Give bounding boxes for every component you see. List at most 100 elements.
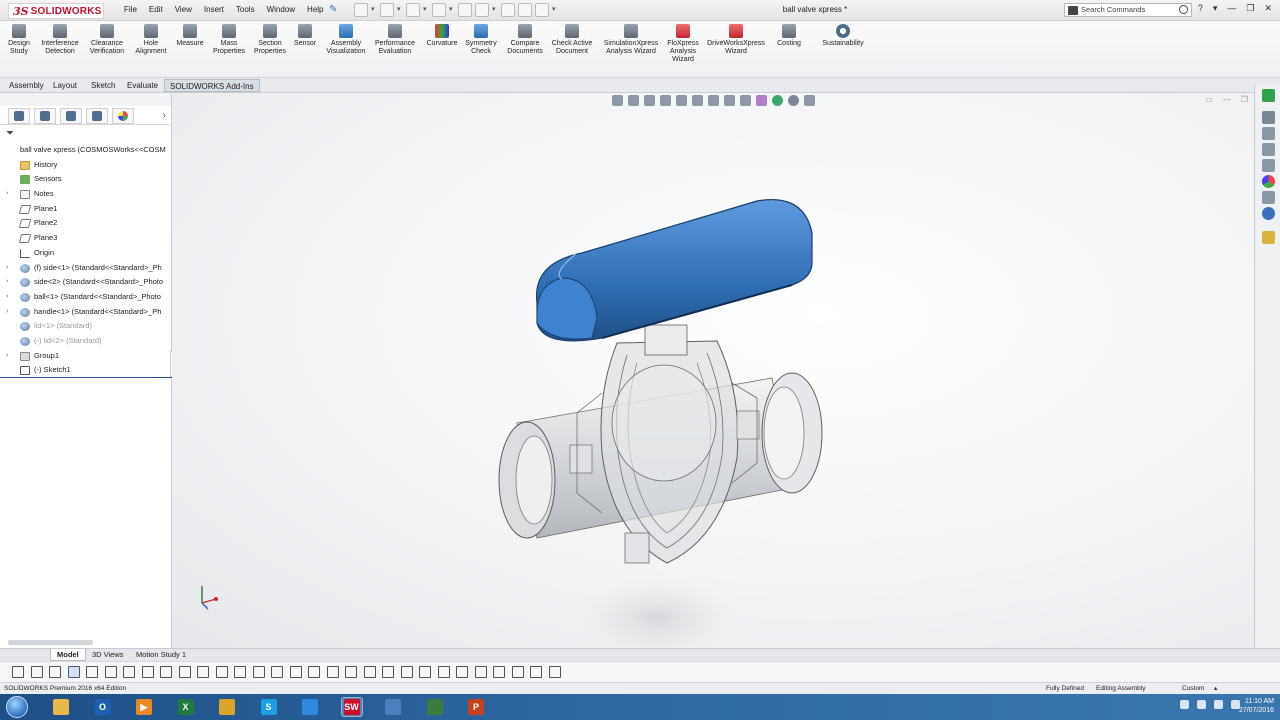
options-dropdown-icon[interactable]: ▾	[552, 3, 558, 17]
undo-icon[interactable]	[458, 3, 472, 17]
menu-tools[interactable]: Tools	[230, 5, 261, 14]
select-dropdown-icon[interactable]: ▾	[492, 3, 498, 17]
tree-item[interactable]: History	[0, 158, 172, 173]
tree-item[interactable]: lid<1> (Standard)	[0, 319, 172, 334]
tree-expander-icon[interactable]: ›	[6, 261, 14, 276]
display-icon[interactable]	[548, 666, 561, 678]
section-properties-button[interactable]: Section Properties	[252, 24, 288, 56]
search-icon[interactable]	[1179, 5, 1188, 14]
relations-icon[interactable]	[474, 666, 487, 678]
select-icon[interactable]	[475, 3, 489, 17]
menu-file[interactable]: File	[118, 5, 143, 14]
tree-item[interactable]: › Group1	[0, 349, 172, 364]
tab-assembly[interactable]: Assembly	[4, 79, 49, 92]
ellipse-icon[interactable]	[160, 666, 172, 678]
taskbar-excel-icon[interactable]: X	[175, 697, 197, 717]
tray-network-icon[interactable]	[1214, 700, 1223, 709]
chevron-right-icon[interactable]: ›	[163, 110, 166, 121]
save-dropdown-icon[interactable]: ▾	[423, 3, 429, 17]
spline-icon[interactable]	[141, 666, 154, 678]
circle-icon[interactable]	[86, 666, 98, 678]
open-dropdown-icon[interactable]: ▾	[397, 3, 403, 17]
tray-arrow-icon[interactable]	[1180, 700, 1189, 709]
scrollbar-thumb[interactable]	[8, 640, 93, 645]
assembly-visualization-button[interactable]: Assembly Visualization	[322, 24, 370, 56]
menu-edit[interactable]: Edit	[143, 5, 169, 14]
tree-item[interactable]: Sensors	[0, 172, 172, 187]
mass-properties-button[interactable]: Mass Properties	[210, 24, 248, 56]
pin-menu-icon[interactable]: ✎	[329, 4, 339, 16]
tree-item[interactable]: Plane3	[0, 231, 172, 246]
units-dropdown-icon[interactable]: ▴	[1214, 683, 1217, 694]
copy-icon[interactable]	[400, 666, 413, 678]
sensor-button[interactable]: Sensor	[292, 24, 318, 48]
taskbar-solidworks-icon[interactable]: SW	[340, 697, 363, 717]
search-scope-icon[interactable]	[1068, 6, 1078, 15]
compare-documents-button[interactable]: Compare Documents	[504, 24, 546, 56]
start-button-icon[interactable]	[6, 696, 28, 718]
fillet-icon[interactable]	[178, 666, 191, 678]
slot-icon[interactable]	[67, 666, 80, 678]
performance-evaluation-button[interactable]: Performance Evaluation	[372, 24, 418, 56]
units-selector[interactable]: Custom	[1182, 683, 1204, 694]
taskbar-media-player-icon[interactable]: ▶	[133, 697, 155, 717]
home-icon[interactable]	[1262, 111, 1275, 124]
rebuild-icon[interactable]	[501, 3, 515, 17]
tree-expander-icon[interactable]: ›	[6, 290, 14, 305]
help-dropdown-icon[interactable]: ▾	[1213, 3, 1218, 14]
filter-icon[interactable]: ⏷	[6, 129, 16, 139]
print-icon[interactable]	[432, 3, 446, 17]
solidworks-forum-icon[interactable]	[1262, 207, 1275, 220]
offset-icon[interactable]	[271, 666, 283, 678]
tree-item[interactable]: Plane2	[0, 216, 172, 231]
chamfer-icon[interactable]	[197, 666, 209, 678]
tab-solidworks-addins[interactable]: SOLIDWORKS Add-Ins	[164, 79, 260, 92]
arc-icon[interactable]	[104, 666, 117, 678]
graphics-area[interactable]: ▭ — ❐	[172, 93, 1254, 648]
valve-body[interactable]	[498, 324, 823, 564]
rectangle-icon[interactable]	[49, 666, 61, 678]
trim-icon[interactable]	[308, 666, 320, 678]
tree-item[interactable]: › (f) side<1> (Standard<<Standard>_Ph	[0, 261, 172, 276]
menu-insert[interactable]: Insert	[198, 5, 230, 14]
file-properties-icon[interactable]	[518, 3, 532, 17]
new-dropdown-icon[interactable]: ▾	[371, 3, 377, 17]
tab-layout[interactable]: Layout	[48, 79, 82, 92]
appearances-icon[interactable]	[1262, 175, 1275, 188]
line-icon[interactable]	[30, 666, 43, 678]
mirror-icon[interactable]	[345, 666, 357, 678]
solidworks-logo[interactable]: 3S SOLIDWORKS	[8, 3, 104, 19]
taskbar-explorer-icon[interactable]	[50, 697, 72, 717]
rotate-icon[interactable]	[419, 666, 431, 678]
extend-icon[interactable]	[326, 666, 339, 678]
sustainability-button[interactable]: Sustainability	[814, 24, 872, 48]
quick-snaps-icon[interactable]	[511, 666, 524, 678]
tab-sketch[interactable]: Sketch	[86, 79, 120, 92]
tree-expander-icon[interactable]: ›	[6, 349, 14, 364]
measure-button[interactable]: Measure	[174, 24, 206, 48]
property-manager-tab[interactable]	[34, 107, 56, 124]
menu-view[interactable]: View	[169, 5, 198, 14]
restore-icon[interactable]: ❐	[1246, 3, 1254, 14]
rapid-sketch-icon[interactable]	[530, 666, 542, 678]
print-dropdown-icon[interactable]: ▾	[449, 3, 455, 17]
valve-handle[interactable]	[535, 199, 813, 342]
repair-icon[interactable]	[493, 666, 505, 678]
custom-properties-icon[interactable]	[1262, 191, 1275, 204]
feature-tree-tab[interactable]	[8, 107, 30, 124]
polygon-icon[interactable]	[123, 666, 135, 678]
scale-icon[interactable]	[437, 666, 450, 678]
save-icon[interactable]	[406, 3, 420, 17]
taskbar-skype-icon[interactable]: S	[258, 697, 280, 717]
point-icon[interactable]	[234, 666, 246, 678]
close-icon[interactable]: ✕	[1264, 3, 1272, 14]
taskbar-camera-icon[interactable]	[299, 697, 321, 717]
new-document-icon[interactable]	[354, 3, 368, 17]
clearance-verification-button[interactable]: Clearance Verification	[86, 24, 128, 56]
tree-item[interactable]: Plane1	[0, 202, 172, 217]
tree-item[interactable]: Origin	[0, 246, 172, 261]
tray-flag-icon[interactable]	[1197, 700, 1206, 709]
tree-item[interactable]: (-) lid<2> (Standard)	[0, 334, 172, 349]
taskbar-settings-icon[interactable]	[382, 697, 404, 717]
curvature-button[interactable]: Curvature	[424, 24, 460, 48]
